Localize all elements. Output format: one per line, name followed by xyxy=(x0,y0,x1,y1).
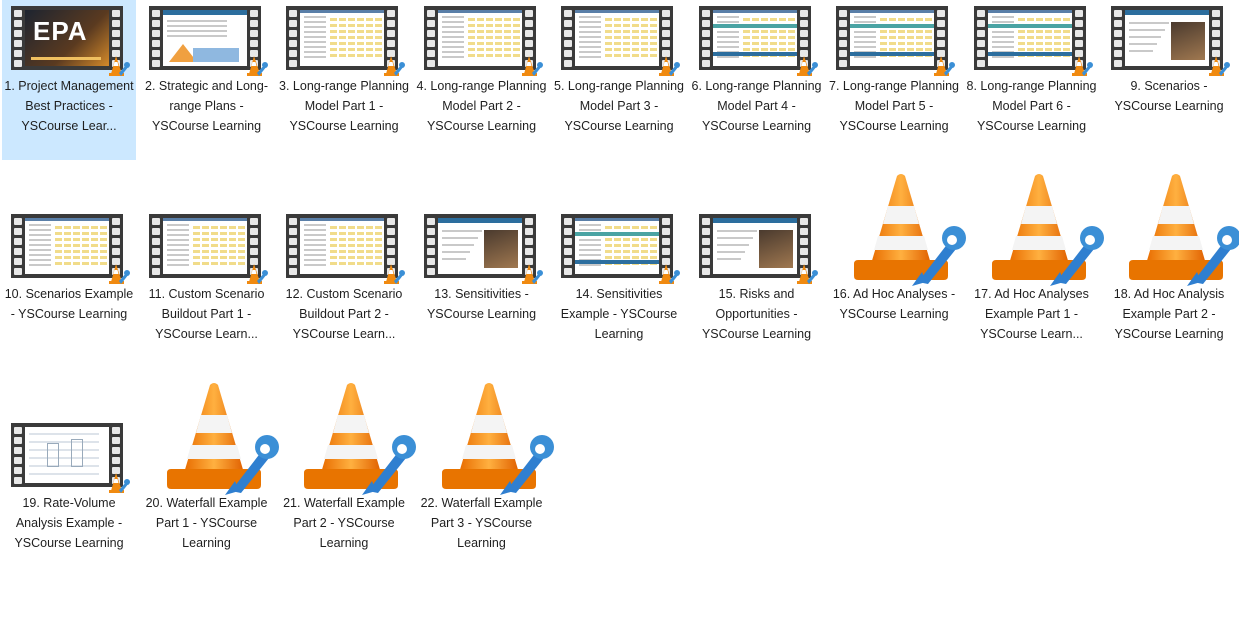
file-name-label: 13. Sensitivities - YSCourse Learning xyxy=(426,287,537,321)
file-name-label: 15. Risks and Opportunities - YSCourse L… xyxy=(701,287,812,341)
file-name-label: 18. Ad Hoc Analysis Example Part 2 - YSC… xyxy=(1113,287,1225,341)
file-item[interactable]: 2. Strategic and Long-range Plans - YSCo… xyxy=(140,0,274,200)
file-name-label: 9. Scenarios - YSCourse Learning xyxy=(1114,79,1224,113)
file-name-label: 19. Rate-Volume Analysis Example - YSCou… xyxy=(14,496,124,550)
file-item[interactable]: 14. Sensitivities Example - YSCourse Lea… xyxy=(552,208,686,408)
vlc-thumbnail xyxy=(834,174,966,286)
video-thumbnail xyxy=(559,214,680,284)
vlc-cone-icon xyxy=(441,383,554,495)
video-thumbnail xyxy=(9,423,130,493)
vlc-cone-icon xyxy=(991,174,1104,286)
file-name-label: 4. Long-range Planning Model Part 2 - YS… xyxy=(416,79,547,133)
vlc-cone-icon xyxy=(854,174,966,286)
video-thumbnail xyxy=(147,6,268,76)
video-thumbnail: EPA xyxy=(9,6,130,76)
file-item[interactable]: 16. Ad Hoc Analyses - YSCourse Learning xyxy=(827,174,966,408)
video-thumbnail xyxy=(284,214,405,284)
file-item[interactable]: 4. Long-range Planning Model Part 2 - YS… xyxy=(415,0,549,200)
file-item[interactable]: 21. Waterfall Example Part 2 - YSCourse … xyxy=(277,383,416,617)
file-grid: EPA 1. Project Management Best Practices … xyxy=(0,0,1239,575)
file-name-label: 11. Custom Scenario Buildout Part 1 - YS… xyxy=(148,287,265,341)
file-item[interactable]: 3. Long-range Planning Model Part 1 - YS… xyxy=(277,0,411,200)
file-item[interactable]: 19. Rate-Volume Analysis Example - YSCou… xyxy=(2,417,136,617)
vlc-thumbnail xyxy=(422,383,554,495)
vlc-thumbnail xyxy=(147,383,279,495)
vlc-cone-icon xyxy=(166,383,279,495)
file-name-label: 16. Ad Hoc Analyses - YSCourse Learning xyxy=(832,287,956,321)
vlc-thumbnail xyxy=(972,174,1104,286)
video-thumbnail xyxy=(972,6,1093,76)
file-item[interactable]: 9. Scenarios - YSCourse Learning xyxy=(1102,0,1236,200)
video-thumbnail xyxy=(422,214,543,284)
file-name-label: 1. Project Management Best Practices - Y… xyxy=(4,79,134,133)
file-item[interactable]: 6. Long-range Planning Model Part 4 - YS… xyxy=(690,0,824,200)
file-name-label: 17. Ad Hoc Analyses Example Part 1 - YSC… xyxy=(974,287,1089,341)
file-item[interactable]: 20. Waterfall Example Part 1 - YSCourse … xyxy=(140,383,279,617)
video-thumbnail xyxy=(834,6,955,76)
file-name-label: 21. Waterfall Example Part 2 - YSCourse … xyxy=(283,496,405,550)
file-name-label: 12. Custom Scenario Buildout Part 2 - YS… xyxy=(285,287,403,341)
file-name-label: 14. Sensitivities Example - YSCourse Lea… xyxy=(560,287,678,341)
file-name-label: 20. Waterfall Example Part 1 - YSCourse … xyxy=(145,496,268,550)
video-thumbnail xyxy=(422,6,543,76)
file-item[interactable]: 15. Risks and Opportunities - YSCourse L… xyxy=(690,208,824,408)
file-name-label: 8. Long-range Planning Model Part 6 - YS… xyxy=(966,79,1097,133)
file-item[interactable]: 8. Long-range Planning Model Part 6 - YS… xyxy=(965,0,1099,200)
file-item[interactable]: 12. Custom Scenario Buildout Part 2 - YS… xyxy=(277,208,411,408)
file-name-label: 3. Long-range Planning Model Part 1 - YS… xyxy=(279,79,409,133)
file-item[interactable]: 10. Scenarios Example - YSCourse Learnin… xyxy=(2,208,136,408)
file-item[interactable]: 13. Sensitivities - YSCourse Learning xyxy=(415,208,549,408)
file-item[interactable]: 5. Long-range Planning Model Part 3 - YS… xyxy=(552,0,686,200)
vlc-thumbnail xyxy=(284,383,416,495)
file-item[interactable]: 18. Ad Hoc Analysis Example Part 2 - YSC… xyxy=(1102,174,1239,408)
file-name-label: 5. Long-range Planning Model Part 3 - YS… xyxy=(554,79,684,133)
file-item[interactable]: 11. Custom Scenario Buildout Part 1 - YS… xyxy=(140,208,274,408)
file-name-label: 22. Waterfall Example Part 3 - YSCourse … xyxy=(420,496,543,550)
file-item[interactable]: 7. Long-range Planning Model Part 5 - YS… xyxy=(827,0,961,200)
video-thumbnail xyxy=(147,214,268,284)
file-item[interactable]: EPA 1. Project Management Best Practices … xyxy=(2,0,136,160)
file-name-label: 10. Scenarios Example - YSCourse Learnin… xyxy=(4,287,134,321)
file-item[interactable]: 17. Ad Hoc Analyses Example Part 1 - YSC… xyxy=(965,174,1104,408)
video-thumbnail xyxy=(284,6,405,76)
video-thumbnail xyxy=(1109,6,1230,76)
file-name-label: 7. Long-range Planning Model Part 5 - YS… xyxy=(829,79,959,133)
video-thumbnail xyxy=(9,214,130,284)
file-item[interactable]: 22. Waterfall Example Part 3 - YSCourse … xyxy=(415,383,554,617)
video-thumbnail xyxy=(697,6,818,76)
file-name-label: 6. Long-range Planning Model Part 4 - YS… xyxy=(691,79,822,133)
video-thumbnail xyxy=(559,6,680,76)
vlc-cone-icon xyxy=(304,383,416,495)
video-thumbnail xyxy=(697,214,818,284)
file-name-label: 2. Strategic and Long-range Plans - YSCo… xyxy=(145,79,268,133)
vlc-thumbnail xyxy=(1109,174,1239,286)
vlc-cone-icon xyxy=(1129,174,1239,286)
